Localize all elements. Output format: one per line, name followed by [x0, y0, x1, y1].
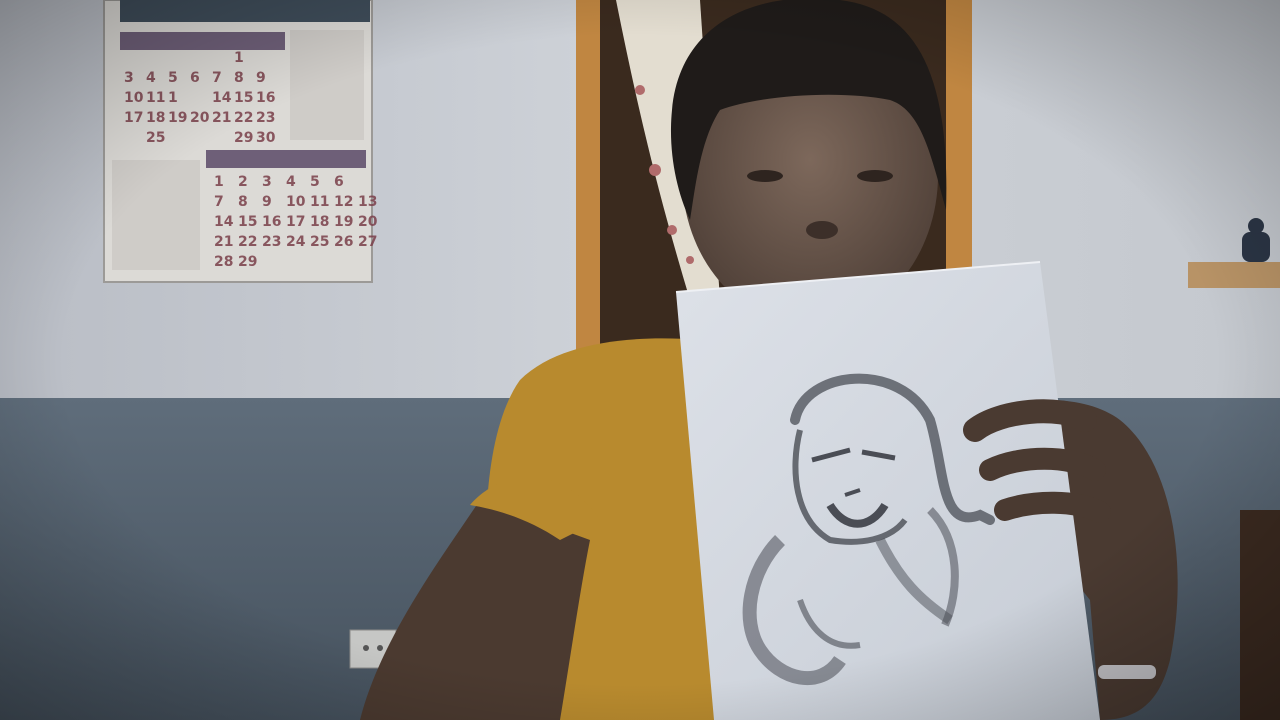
vignette — [0, 0, 1280, 720]
scene-svg: 134567891011114151617181920212223252930 … — [0, 0, 1280, 720]
webcam-scene: 134567891011114151617181920212223252930 … — [0, 0, 1280, 720]
